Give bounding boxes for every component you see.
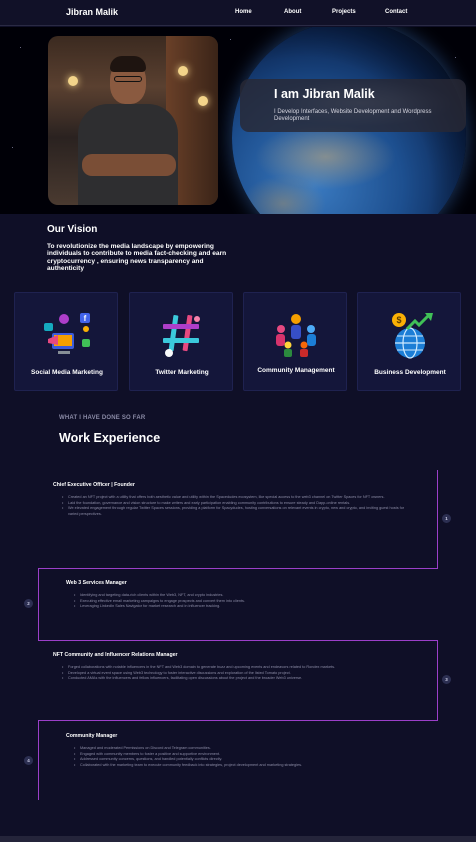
service-card-twitter-marketing[interactable]: Twitter Marketing [129,292,233,391]
experience-bullet: Leveraging LinkedIn Sales Navigator for … [72,604,402,610]
experience-role: Web 3 Services Manager [66,580,127,586]
hero-section: I am Jibran Malik I Develop Interfaces, … [0,27,476,214]
community-management-icon [276,314,316,357]
service-label: Twitter Marketing [155,369,209,376]
social-media-marketing-icon: f [44,313,90,354]
timeline-line [38,568,438,569]
timeline-line [437,640,438,720]
experience-role: NFT Community and Influencer Relations M… [53,652,178,658]
service-card-social-media-marketing[interactable]: f Social Media Marketing [14,292,118,391]
nav-link-contact[interactable]: Contact [385,9,407,15]
timeline-marker: 2 [24,599,33,608]
svg-text:f: f [84,314,87,323]
experience-bullet: We elevated engagement through regular T… [60,506,415,517]
hero-name: I am Jibran Malik [274,87,375,101]
footer-bar [0,836,476,842]
service-card-business-development[interactable]: $ Business Development [357,292,461,391]
twitter-marketing-icon [163,315,200,357]
experience-bullets: Managed and moderated Permissions on Dis… [72,746,412,768]
intro-card: I am Jibran Malik I Develop Interfaces, … [240,79,466,132]
vision-title: Our Vision [47,224,98,235]
service-card-community-management[interactable]: Community Management [243,292,347,391]
experience-bullets: Identifying and targeting data-rich clie… [72,593,402,610]
service-label: Community Management [257,367,335,374]
experience-role: Chief Executive Officer | Founder [53,482,135,488]
hero-tagline: I Develop Interfaces, Website Developmen… [274,109,432,122]
service-label: Business Development [374,369,446,376]
timeline-line [437,470,438,568]
profile-photo [48,36,218,205]
experience-bullets: Created an NFT project with a utility th… [60,495,415,517]
nav-link-about[interactable]: About [284,9,301,15]
timeline-marker: 3 [442,675,451,684]
experience-eyebrow: WHAT I HAVE DONE SO FAR [59,415,146,421]
timeline-line [38,720,39,800]
brand-name[interactable]: Jibran Malik [66,7,118,17]
timeline-marker: 1 [442,514,451,523]
timeline-line [38,568,39,640]
vision-text: To revolutionize the media landscape by … [47,243,227,273]
timeline-marker: 4 [24,756,33,765]
top-nav: Jibran Malik Home About Projects Contact [0,0,476,26]
nav-link-home[interactable]: Home [235,9,252,15]
experience-bullet: Conducted AMAs with the influencers and … [60,676,415,682]
timeline-line [38,640,438,641]
business-development-icon: $ [392,313,433,359]
experience-title: Work Experience [59,431,161,445]
nav-link-projects[interactable]: Projects [332,9,356,15]
service-label: Social Media Marketing [31,369,103,376]
experience-role: Community Manager [66,733,118,739]
experience-bullet: Collaborated with the marketing team to … [72,763,412,769]
experience-bullets: Forged collaborations with notable influ… [60,665,415,682]
svg-text:$: $ [396,315,401,325]
timeline-line [38,720,438,721]
